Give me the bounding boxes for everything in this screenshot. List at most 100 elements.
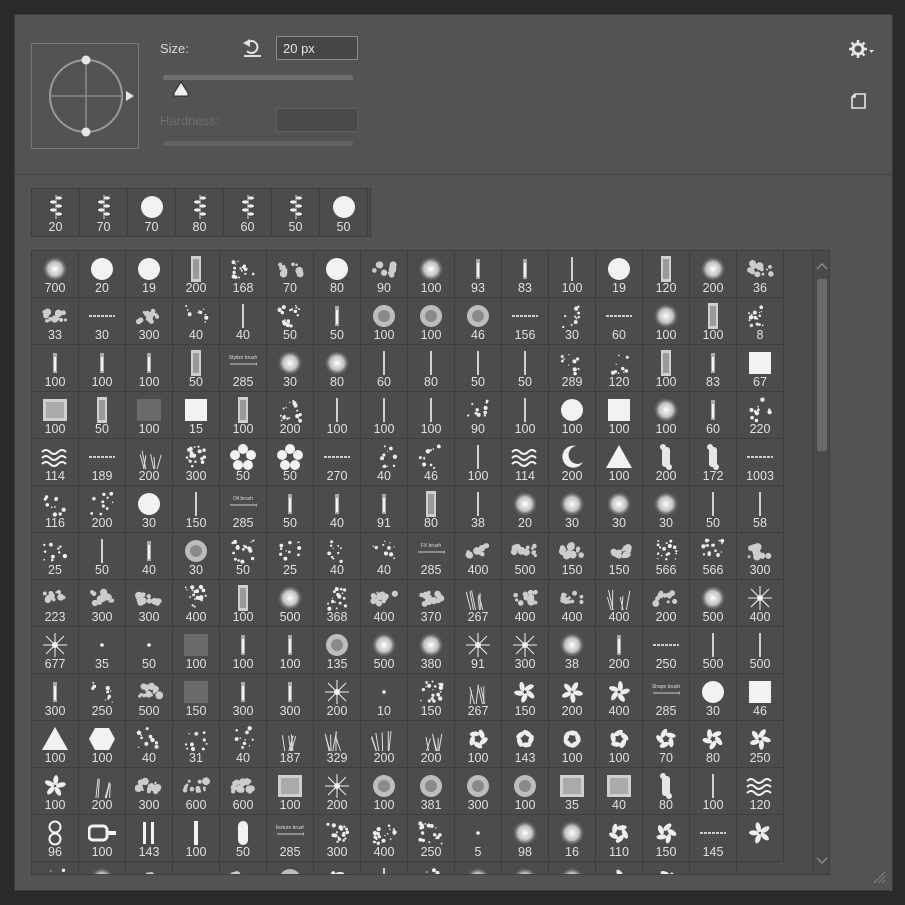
scroll-up-icon[interactable]	[816, 261, 828, 271]
brush-preset[interactable]: 500	[690, 627, 737, 674]
brush-preset[interactable]: 100	[690, 298, 737, 345]
brush-preset[interactable]: 60	[224, 189, 272, 236]
brush-preset[interactable]: 500	[361, 627, 408, 674]
brush-preset[interactable]: 30	[690, 674, 737, 721]
brush-preset[interactable]: 200	[549, 674, 596, 721]
brush-preset[interactable]: 300	[314, 815, 361, 862]
brush-preset[interactable]: 96	[32, 815, 79, 862]
brush-preset[interactable]: 200	[79, 486, 126, 533]
brush-preset[interactable]: 100	[643, 392, 690, 439]
brush-preset[interactable]: Shape brush 285	[643, 674, 690, 721]
brush-preset[interactable]: 289	[549, 345, 596, 392]
brush-preset[interactable]: 600	[173, 768, 220, 815]
brush-preset[interactable]: 329	[314, 721, 361, 768]
brush-preset[interactable]: 30	[173, 533, 220, 580]
brush-preset[interactable]: 100	[596, 392, 643, 439]
brush-preset[interactable]: 8	[737, 298, 784, 345]
brush-preset[interactable]: 38	[455, 486, 502, 533]
brush-preset[interactable]: 370	[408, 580, 455, 627]
brush-preset[interactable]: 50	[267, 486, 314, 533]
brush-preset[interactable]: 677	[32, 627, 79, 674]
brush-preset[interactable]: 700	[32, 251, 79, 298]
brush-preset[interactable]: 80	[690, 721, 737, 768]
brush-preset[interactable]: 200	[361, 721, 408, 768]
brush-preset[interactable]: 50	[79, 533, 126, 580]
brush-preset[interactable]: 83	[690, 345, 737, 392]
brush-preset[interactable]: 114	[502, 439, 549, 486]
scroll-thumb[interactable]	[817, 279, 827, 451]
brush-preset[interactable]: 33	[32, 298, 79, 345]
vertical-scrollbar[interactable]	[812, 251, 829, 874]
brush-preset[interactable]: 40	[126, 533, 173, 580]
brush-preset[interactable]: 300	[455, 768, 502, 815]
brush-preset[interactable]: 300	[737, 533, 784, 580]
brush-preset[interactable]: 100	[173, 627, 220, 674]
brush-preset[interactable]: 250	[643, 627, 690, 674]
brush-preset[interactable]: 400	[455, 533, 502, 580]
brush-preset[interactable]	[126, 862, 173, 874]
size-slider-thumb[interactable]	[172, 81, 190, 97]
brush-preset[interactable]: 20	[32, 189, 80, 236]
brush-preset[interactable]: 100	[643, 298, 690, 345]
brush-preset[interactable]: 100	[314, 392, 361, 439]
brush-preset[interactable]: 267	[455, 580, 502, 627]
brush-preset[interactable]: 100	[408, 392, 455, 439]
brush-preset[interactable]	[267, 862, 314, 874]
brush-preset[interactable]: 100	[455, 721, 502, 768]
brush-preset[interactable]	[220, 862, 267, 874]
brush-preset[interactable]: 50	[220, 533, 267, 580]
gear-icon[interactable]	[847, 39, 875, 59]
brush-preset[interactable]: 200	[314, 768, 361, 815]
brush-preset[interactable]: 40	[220, 721, 267, 768]
brush-preset[interactable]: 25	[32, 533, 79, 580]
brush-angle-preview[interactable]	[31, 43, 139, 149]
brush-preset[interactable]: 60	[361, 345, 408, 392]
brush-preset[interactable]: 500	[690, 580, 737, 627]
brush-preset[interactable]: 38	[549, 627, 596, 674]
scroll-down-icon[interactable]	[816, 856, 828, 866]
brush-preset[interactable]: 300	[173, 439, 220, 486]
brush-preset[interactable]: 300	[126, 298, 173, 345]
brush-preset[interactable]: 100	[596, 721, 643, 768]
brush-preset[interactable]: 150	[408, 674, 455, 721]
brush-preset[interactable]: 30	[549, 486, 596, 533]
brush-preset[interactable]: 150	[643, 815, 690, 862]
brush-preset[interactable]: 50	[267, 298, 314, 345]
brush-preset[interactable]: 70	[267, 251, 314, 298]
brush-preset[interactable]: 200	[690, 251, 737, 298]
brush-preset[interactable]: 40	[220, 298, 267, 345]
brush-preset[interactable]: 135	[314, 627, 361, 674]
brush-preset[interactable]: 300	[267, 674, 314, 721]
brush-preset[interactable]: 80	[176, 189, 224, 236]
brush-preset[interactable]	[32, 862, 79, 874]
brush-preset[interactable]: 100	[549, 721, 596, 768]
brush-preset[interactable]: 100	[220, 627, 267, 674]
brush-preset[interactable]: 40	[173, 298, 220, 345]
brush-preset[interactable]: 100	[32, 345, 79, 392]
brush-preset[interactable]: 90	[455, 392, 502, 439]
brush-preset[interactable]: 200	[643, 580, 690, 627]
brush-preset[interactable]	[737, 815, 784, 862]
brush-preset[interactable]: 40	[126, 721, 173, 768]
brush-preset[interactable]: 566	[690, 533, 737, 580]
resize-grip-icon[interactable]	[870, 868, 886, 884]
brush-preset[interactable]: 10	[361, 674, 408, 721]
brush-preset[interactable]: 250	[79, 674, 126, 721]
brush-preset[interactable]	[455, 862, 502, 874]
brush-preset[interactable]: 250	[408, 815, 455, 862]
brush-preset[interactable]: 80	[408, 486, 455, 533]
brush-preset[interactable]: 500	[737, 627, 784, 674]
brush-preset[interactable]: 46	[455, 298, 502, 345]
brush-preset[interactable]: 100	[32, 392, 79, 439]
brush-preset[interactable]: 35	[549, 768, 596, 815]
brush-preset[interactable]: 300	[32, 674, 79, 721]
brush-preset[interactable]: 500	[502, 533, 549, 580]
brush-preset[interactable]: 100	[361, 392, 408, 439]
brush-preset[interactable]	[408, 862, 455, 874]
brush-preset[interactable]: 566	[643, 533, 690, 580]
brush-preset[interactable]: 100	[79, 815, 126, 862]
brush-preset[interactable]: 30	[126, 486, 173, 533]
brush-preset[interactable]: 19	[596, 251, 643, 298]
brush-preset[interactable]: 500	[126, 674, 173, 721]
brush-preset[interactable]: 250	[737, 721, 784, 768]
